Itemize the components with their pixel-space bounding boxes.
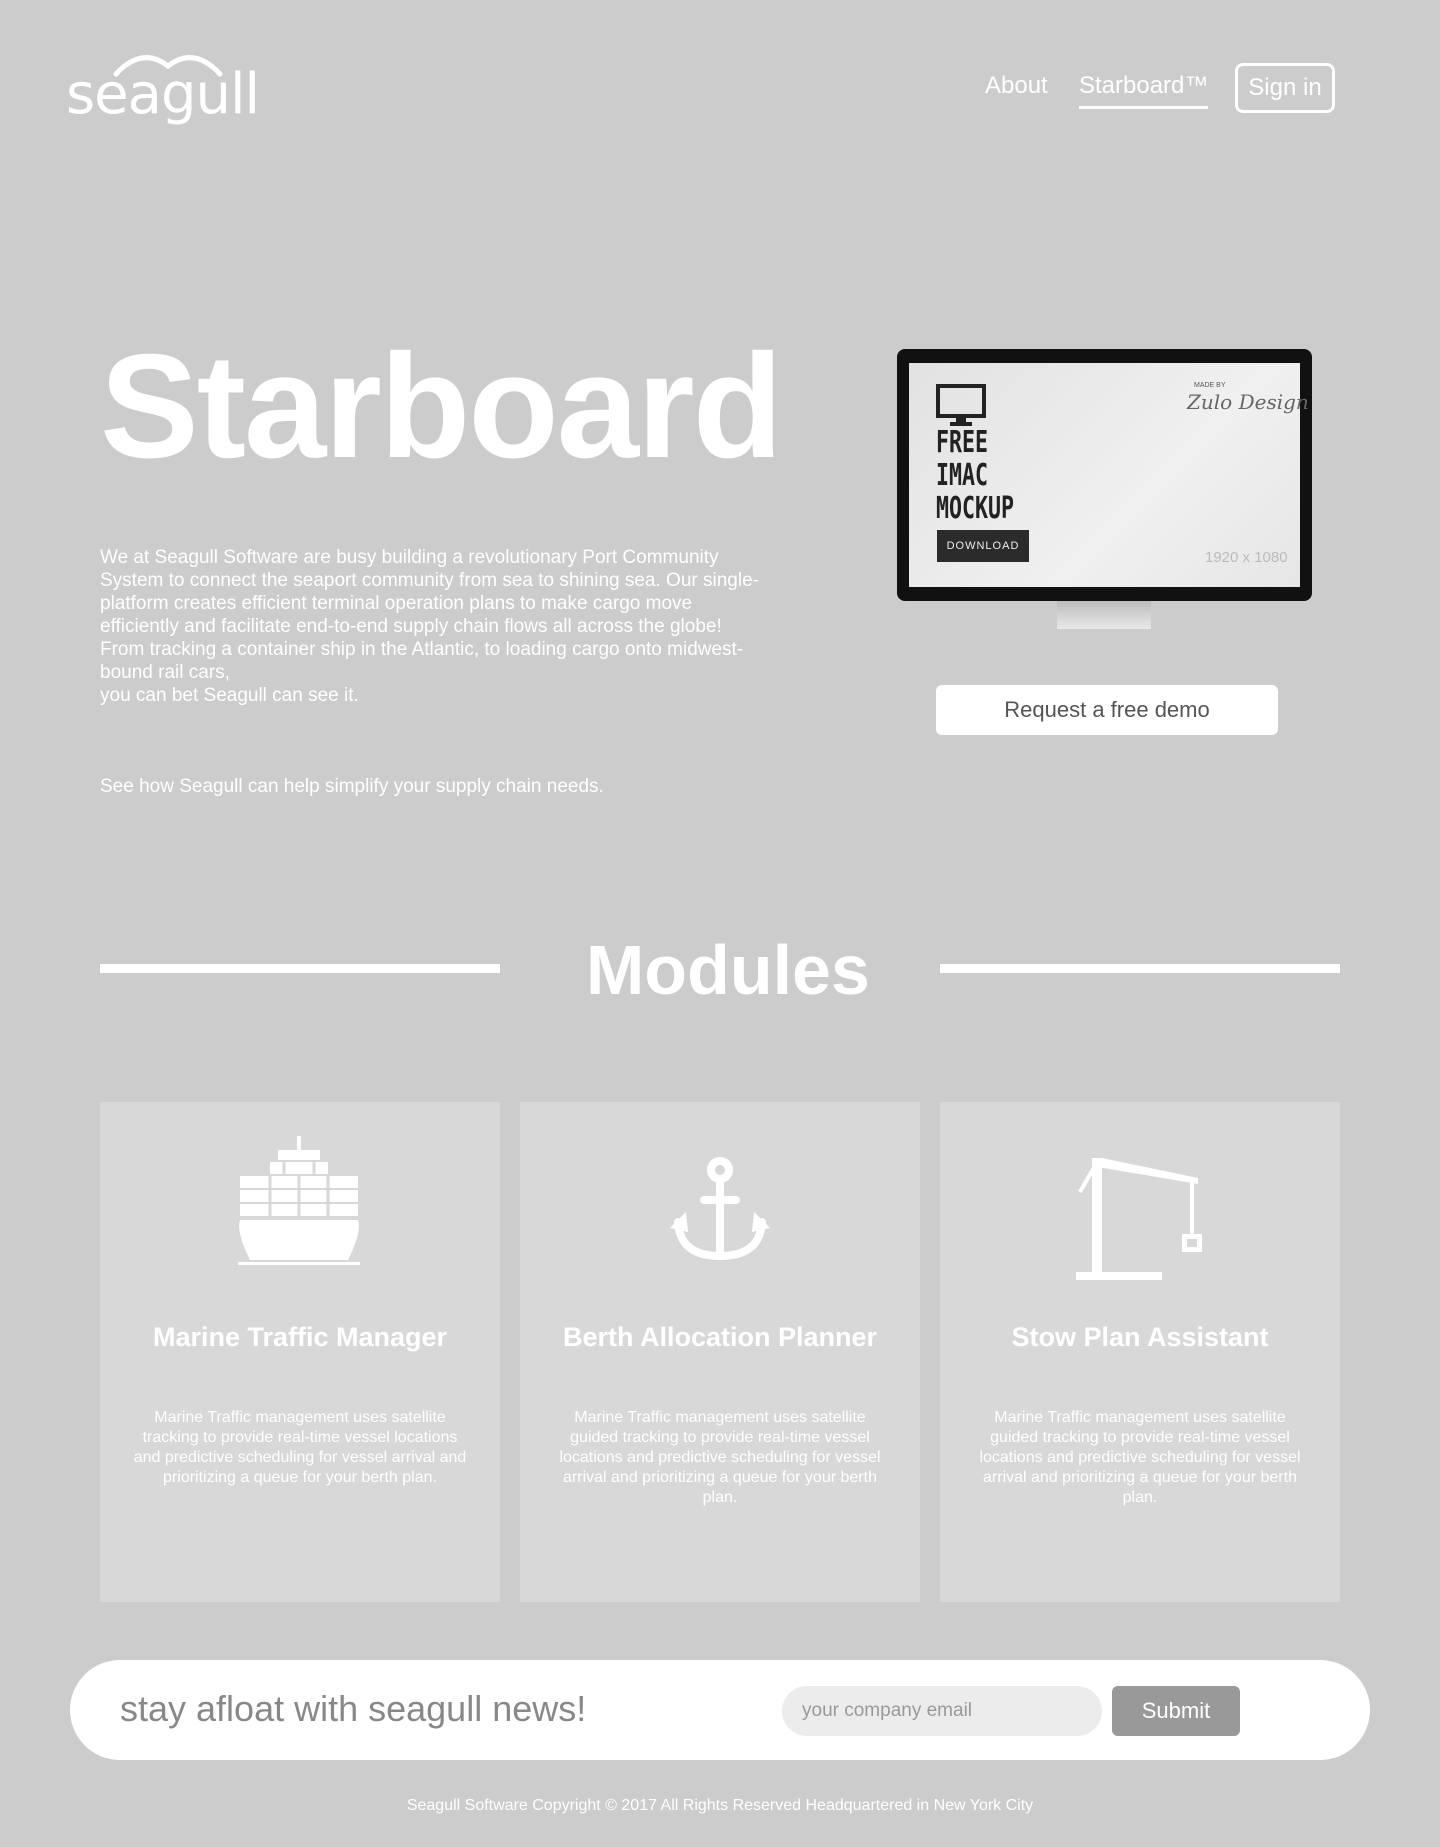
hero-title: Starboard: [100, 324, 783, 489]
nav-about[interactable]: About: [985, 72, 1048, 100]
module-title: Marine Traffic Manager: [152, 1322, 448, 1352]
monitor-stand: [1057, 601, 1151, 629]
module-description: Marine Traffic management uses satellite…: [133, 1409, 467, 1486]
mockup-resolution: 1920 x 1080: [1205, 549, 1288, 566]
hero-cta-text: See how Seagull can help simplify your s…: [100, 776, 604, 797]
hero-description-paragraph: We at Seagull Software are busy building…: [100, 547, 759, 683]
module-card-stow-plan[interactable]: Stow Plan Assistant Marine Traffic manag…: [940, 1102, 1340, 1602]
logo-text: seagull: [66, 62, 260, 127]
module-description: Marine Traffic management uses satellite…: [559, 1409, 881, 1506]
module-title: Stow Plan Assistant: [1011, 1322, 1269, 1352]
module-title: Berth Allocation Planner: [562, 1322, 878, 1352]
mockup-title: FREE IMAC MOCKUP: [936, 426, 1037, 525]
mockup-title-line: FREE: [936, 425, 989, 460]
monitor-icon: [936, 384, 986, 426]
hero-description-tagline: you can bet Seagull can see it.: [100, 685, 359, 706]
module-description: Marine Traffic management uses satellite…: [979, 1409, 1301, 1506]
divider-right: [940, 964, 1340, 973]
cargo-ship-icon: [238, 1136, 360, 1265]
mockup-title-line: IMAC: [936, 458, 989, 493]
module-card-berth-allocation[interactable]: Berth Allocation Planner Marine Traffic …: [520, 1102, 920, 1602]
request-demo-button[interactable]: Request a free demo: [936, 685, 1278, 735]
mockup-title-line: MOCKUP: [936, 491, 1015, 526]
newsletter-submit-button[interactable]: Submit: [1112, 1686, 1240, 1736]
mockup-download-badge: DOWNLOAD: [937, 530, 1029, 562]
module-card-marine-traffic[interactable]: Marine Traffic Manager Marine Traffic ma…: [100, 1102, 500, 1602]
footer-text: Seagull Software Copyright © 2017 All Ri…: [406, 1797, 1034, 1814]
mockup-made-by: MADE BY: [1194, 382, 1226, 389]
mockup-signature: Zulo Design: [1187, 390, 1309, 414]
hero-description: We at Seagull Software are busy building…: [100, 546, 760, 707]
newsletter-email-input[interactable]: [782, 1686, 1102, 1736]
crane-icon: [1076, 1158, 1202, 1280]
modules-heading: Modules: [586, 931, 870, 1009]
logo[interactable]: seagull: [64, 48, 260, 128]
signin-button[interactable]: Sign in: [1235, 63, 1335, 113]
anchor-icon: [670, 1157, 770, 1261]
newsletter-title: stay afloat with seagull news!: [120, 1688, 587, 1729]
nav-starboard[interactable]: Starboard™: [1079, 72, 1209, 109]
divider-left: [100, 964, 500, 973]
